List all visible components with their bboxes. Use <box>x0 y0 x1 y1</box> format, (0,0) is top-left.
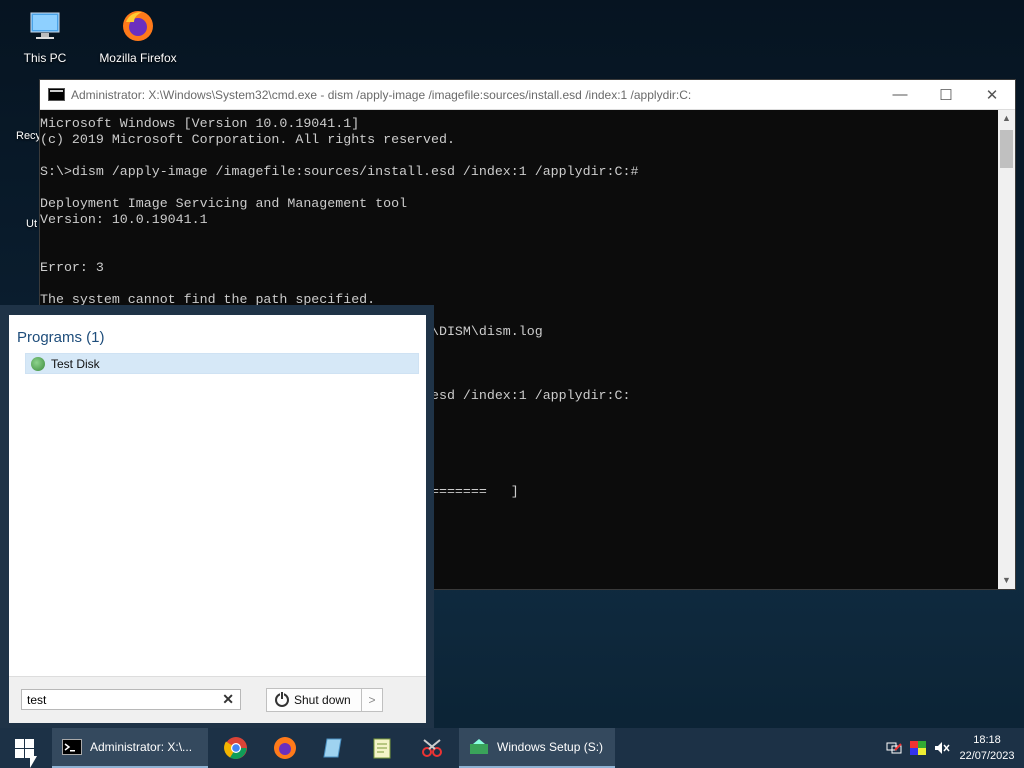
shutdown-options-arrow-icon[interactable]: > <box>361 689 382 711</box>
cmd-titlebar[interactable]: Administrator: X:\Windows\System32\cmd.e… <box>40 80 1015 110</box>
taskbar-clock[interactable]: 18:18 22/07/2023 <box>958 732 1016 764</box>
chrome-icon <box>224 737 247 759</box>
console-line: (c) 2019 Microsoft Corporation. All righ… <box>40 132 455 147</box>
windows-logo-icon <box>14 738 34 758</box>
start-menu-results-panel: Programs (1) Test Disk test ✕ Shut down … <box>9 315 426 723</box>
search-input-value: test <box>27 693 47 707</box>
scroll-up-arrow-icon[interactable]: ▲ <box>998 110 1015 127</box>
notepad-icon <box>323 738 342 758</box>
power-icon <box>275 691 289 707</box>
cmd-icon <box>62 739 82 755</box>
taskbar-item-cmd[interactable]: Administrator: X:\... <box>52 728 208 768</box>
scroll-thumb[interactable] <box>1000 130 1013 168</box>
console-scrollbar[interactable]: ▲ ▼ <box>998 110 1015 589</box>
console-line: Error: 3 <box>40 260 104 275</box>
clear-search-icon[interactable]: ✕ <box>222 691 234 708</box>
search-input[interactable]: test ✕ <box>21 689 241 710</box>
desktop-icon-label: Recy <box>16 130 42 142</box>
taskbar-pin-snipping[interactable] <box>420 728 444 768</box>
taskbar-pin-notepad[interactable] <box>322 728 346 768</box>
mouse-cursor-icon <box>30 756 37 768</box>
shutdown-button[interactable]: Shut down > <box>266 688 383 712</box>
taskbar-pin-chrome[interactable] <box>224 728 248 768</box>
this-pc-icon <box>30 12 60 39</box>
taskbar-pin-notepadpp[interactable] <box>370 728 394 768</box>
firefox-icon <box>274 737 296 759</box>
cmd-icon <box>48 88 65 101</box>
cmd-window-title: Administrator: X:\Windows\System32\cmd.e… <box>71 87 692 102</box>
console-line: Microsoft Windows [Version 10.0.19041.1] <box>40 116 360 131</box>
clock-time: 18:18 <box>973 734 1001 746</box>
minimize-button[interactable]: — <box>877 80 923 109</box>
maximize-button[interactable]: ☐ <box>923 80 969 109</box>
search-result-test-disk[interactable]: Test Disk <box>25 353 419 374</box>
start-button[interactable] <box>0 728 48 768</box>
console-line: Deployment Image Servicing and Managemen… <box>40 196 408 211</box>
notepadpp-icon <box>373 738 391 759</box>
scroll-down-arrow-icon[interactable]: ▼ <box>998 572 1015 589</box>
snipping-icon <box>422 739 442 757</box>
desktop-icon-label: Mozilla Firefox <box>99 51 177 65</box>
taskbar-item-label: Administrator: X:\... <box>90 740 193 754</box>
start-menu: Programs (1) Test Disk test ✕ Shut down … <box>0 305 434 728</box>
programs-heading[interactable]: Programs (1) <box>17 329 105 346</box>
desktop-icon-label: This PC <box>23 51 67 65</box>
taskbar-item-label: Windows Setup (S:) <box>497 740 604 754</box>
taskbar-pin-firefox[interactable] <box>273 728 297 768</box>
desktop-icon-recycle-bin-partial[interactable]: Recy <box>16 130 41 142</box>
system-tray: 18:18 22/07/2023 <box>886 728 1024 768</box>
search-result-label: Test Disk <box>51 356 100 371</box>
start-menu-bottom-bar: test ✕ Shut down > <box>9 676 426 723</box>
firefox-icon <box>123 11 153 41</box>
desktop-icon-this-pc[interactable]: This PC <box>0 8 90 65</box>
setup-icon <box>470 739 488 754</box>
console-line: Version: 10.0.19041.1 <box>40 212 208 227</box>
network-icon[interactable] <box>886 741 902 755</box>
clock-date: 22/07/2023 <box>959 750 1015 762</box>
desktop-icon-firefox[interactable]: Mozilla Firefox <box>93 8 183 65</box>
testdisk-icon <box>31 356 45 371</box>
volume-muted-icon[interactable] <box>934 741 950 755</box>
close-button[interactable]: ✕ <box>969 80 1015 109</box>
color-icon[interactable] <box>910 741 926 755</box>
desktop-icon-label: Ut <box>26 218 37 230</box>
shutdown-label: Shut down <box>294 693 351 707</box>
taskbar: Administrator: X:\... Windows Setup (S:)… <box>0 728 1024 768</box>
desktop-icon-utilities-partial[interactable]: Ut <box>26 218 37 230</box>
console-line: S:\>dism /apply-image /imagefile:sources… <box>40 164 639 179</box>
taskbar-item-windows-setup[interactable]: Windows Setup (S:) <box>459 728 615 768</box>
